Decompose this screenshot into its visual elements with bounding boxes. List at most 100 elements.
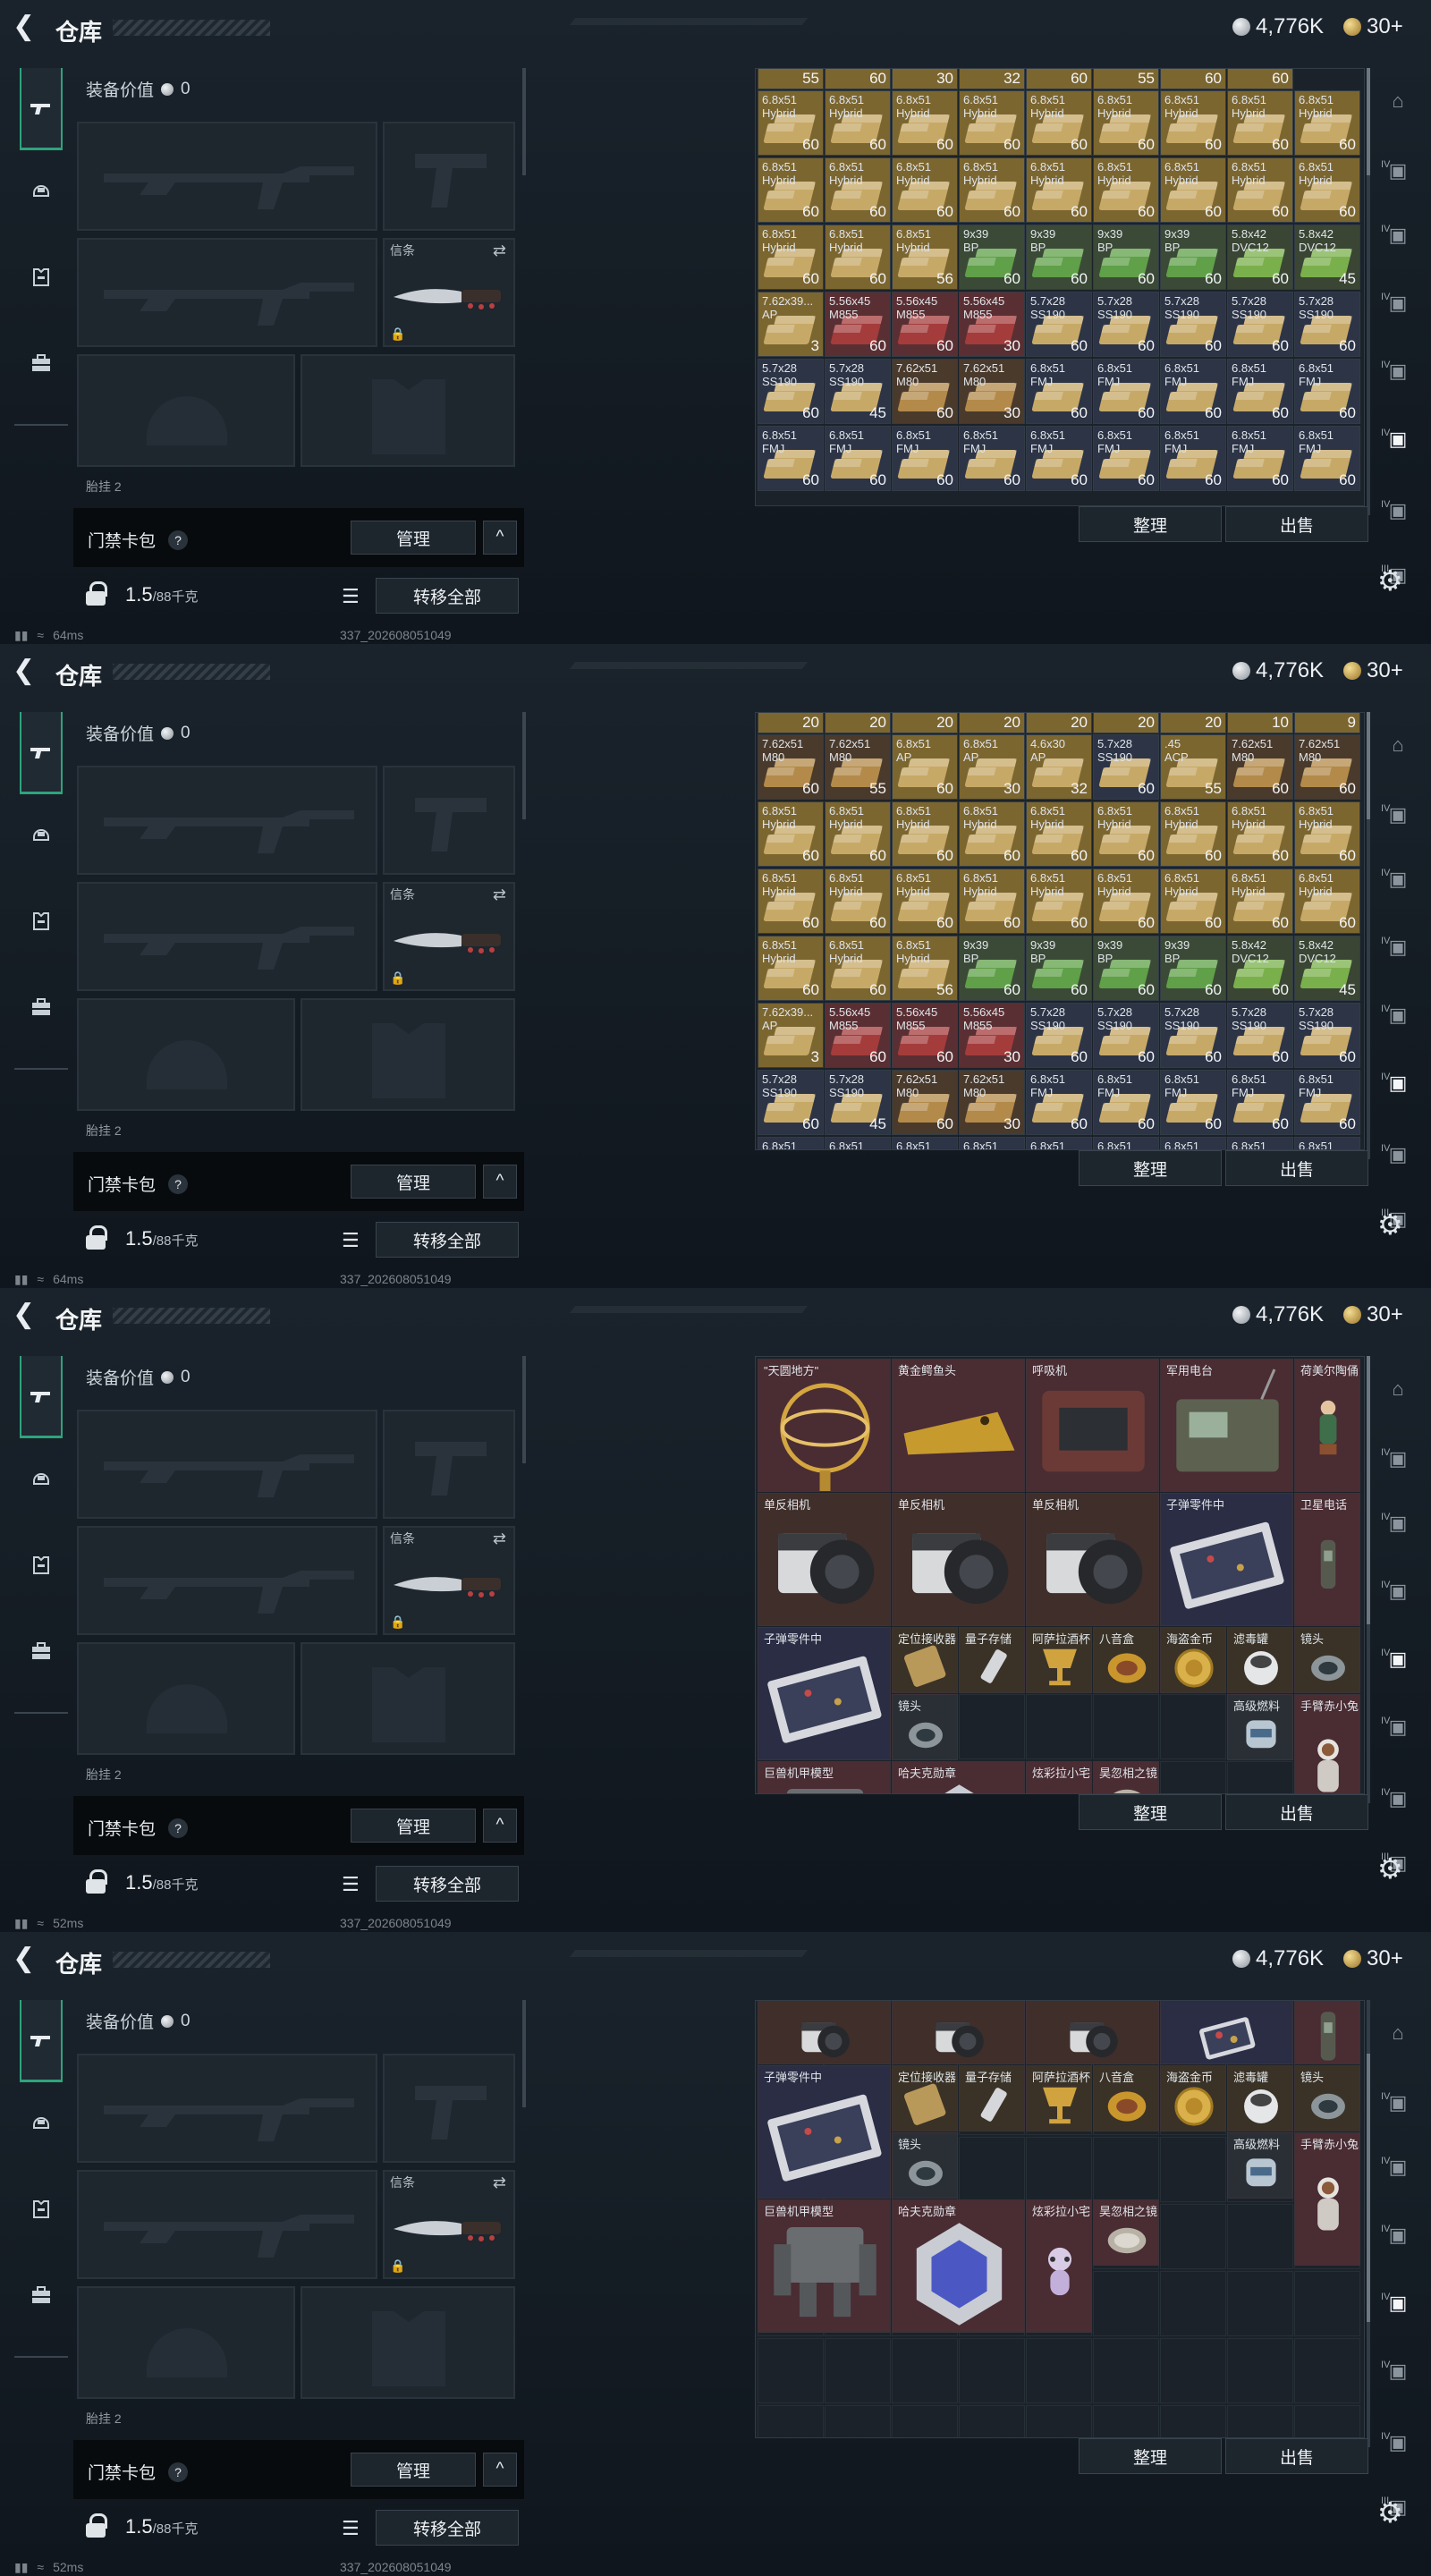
ammo-cell[interactable]: 6.8x51 Hybrid 60 <box>1093 801 1159 867</box>
lock-icon[interactable] <box>86 2513 107 2538</box>
ammo-cell[interactable]: 6.8x51 FMJ60 <box>1026 1070 1092 1135</box>
melee-slot[interactable]: 信条 ⇄ 🔒 <box>383 1526 515 1635</box>
ammo-cell[interactable]: 5.7x28 SS190 60 <box>1160 1003 1226 1068</box>
ammo-cell[interactable]: 9x39 BP 60 <box>959 936 1025 1001</box>
ammo-cell[interactable]: 5.56x45 M855 60 <box>892 1003 958 1068</box>
manage-button[interactable]: 管理 <box>351 2453 476 2487</box>
loot-item[interactable]: 昊忽相之镜 <box>1093 1761 1159 1793</box>
sell-button[interactable]: 出售 <box>1225 506 1368 542</box>
ammo-cell[interactable]: 6.8x51 FMJ60 <box>1294 1137 1360 1149</box>
loot-item[interactable]: 镜头 <box>1294 1627 1360 1693</box>
loot-item[interactable]: 高级燃料 <box>1227 1694 1293 1760</box>
ammo-cell[interactable]: 6.8x51 FMJ60 <box>892 426 958 491</box>
helmet-icon[interactable] <box>20 812 63 855</box>
ammo-cell[interactable]: 5.7x28 SS190 60 <box>1026 1003 1092 1068</box>
ammo-cell[interactable]: 32 <box>959 69 1025 89</box>
ammo-cell[interactable]: 6.8x51 Hybrid 60 <box>825 157 891 223</box>
ammo-cell[interactable]: 20 <box>1093 713 1159 733</box>
ammo-cell[interactable]: 6.8x51 FMJ60 <box>1294 1070 1360 1135</box>
empty-cell[interactable] <box>1227 2204 1293 2269</box>
loot-item[interactable]: 子弹零件中 <box>758 1627 891 1760</box>
ammo-cell[interactable]: 4.6x30 AP 32 <box>1026 734 1092 800</box>
loot-item[interactable]: 八音盒 <box>1093 1627 1159 1693</box>
ammo-cell[interactable]: 7.62x39... AP 3 <box>758 1003 824 1068</box>
ammo-cell[interactable]: 6.8x51 Hybrid 60 <box>758 801 824 867</box>
ammo-cell[interactable]: 6.8x51 FMJ60 <box>825 426 891 491</box>
ammo-cell[interactable]: 6.8x51 FMJ60 <box>1093 1137 1159 1149</box>
loot-item[interactable]: 单反相机 <box>758 1493 891 1626</box>
ammo-cell[interactable]: 6.8x51 Hybrid 60 <box>892 801 958 867</box>
stash-scrollbar[interactable] <box>1367 1356 1370 1803</box>
ammo-cell[interactable]: 5.56x45 M855 60 <box>892 292 958 357</box>
ammo-cell[interactable]: 20 <box>758 713 824 733</box>
loot-item[interactable]: 哈夫克勋章 <box>892 2199 1025 2333</box>
ammo-cell[interactable]: 7.62x51 M80 30 <box>959 359 1025 424</box>
ammo-cell[interactable]: 9x39 BP 60 <box>1093 936 1159 1001</box>
ammo-cell[interactable]: 5.8x42 DVC12 60 <box>1227 225 1293 290</box>
loot-item[interactable]: 手臂赤小兔 <box>1294 2132 1360 2266</box>
ammo-cell[interactable]: 6.8x51 Hybrid 56 <box>892 225 958 290</box>
crate-icon[interactable]: IV ▣ <box>1377 360 1418 395</box>
crate-icon[interactable]: IV ▣ <box>1377 1072 1418 1107</box>
stash-scrollbar[interactable] <box>1367 712 1370 1159</box>
empty-cell[interactable] <box>1294 2405 1360 2437</box>
empty-cell[interactable] <box>1294 2271 1360 2336</box>
crate-icon[interactable]: IV ▣ <box>1377 1447 1418 1483</box>
ammo-cell[interactable]: 6.8x51 Hybrid 60 <box>1160 869 1226 934</box>
lock-icon[interactable] <box>86 1869 107 1894</box>
scroll-thumb[interactable] <box>1367 2054 1370 2322</box>
ammo-cell[interactable]: 6.8x51 Hybrid 60 <box>758 90 824 156</box>
helmet-icon[interactable] <box>20 1456 63 1499</box>
ammo-cell[interactable]: 6.8x51 Hybrid 60 <box>758 157 824 223</box>
crate-icon[interactable]: IV ▣ <box>1377 428 1418 463</box>
ammo-cell[interactable]: 20 <box>825 713 891 733</box>
ammo-cell[interactable]: 6.8x51 Hybrid 60 <box>1294 801 1360 867</box>
gold-currency[interactable]: 30+ <box>1343 658 1403 683</box>
ammo-cell[interactable]: 6.8x51 AP 30 <box>959 734 1025 800</box>
stash-scrollbar[interactable] <box>1367 2000 1370 2447</box>
sort-button[interactable]: 整理 <box>1079 506 1222 542</box>
ammo-cell[interactable]: 6.8x51 FMJ60 <box>1227 1070 1293 1135</box>
secondary-weapon-slot[interactable] <box>77 882 377 991</box>
swap-icon[interactable]: ⇄ <box>493 1530 506 1548</box>
empty-cell[interactable] <box>1093 2137 1159 2202</box>
case-icon[interactable] <box>20 342 63 385</box>
manage-button[interactable]: 管理 <box>351 521 476 555</box>
crate-icon[interactable]: IV ▣ <box>1377 1648 1418 1683</box>
ammo-cell[interactable]: 9x39 BP 60 <box>1026 225 1092 290</box>
crate-icon[interactable]: IV ▣ <box>1377 2156 1418 2191</box>
ammo-cell[interactable]: 6.8x51 Hybrid 60 <box>825 936 891 1001</box>
armor-slot[interactable] <box>301 1642 515 1755</box>
crate-icon[interactable]: IV ▣ <box>1377 936 1418 971</box>
loot-item[interactable]: 手臂赤小兔 <box>1294 1694 1360 1793</box>
pistol-slot[interactable] <box>383 766 515 875</box>
ammo-cell[interactable]: .45 ACP 55 <box>1160 734 1226 800</box>
ammo-cell[interactable]: 7.62x51 M80 60 <box>1294 734 1360 800</box>
loot-item[interactable]: 黄金鳄鱼头 <box>892 1359 1025 1492</box>
ammo-cell[interactable]: 55 <box>1093 69 1159 89</box>
loot-item[interactable]: 单反相机 <box>1026 1493 1159 1626</box>
ammo-cell[interactable]: 6.8x51 Hybrid 60 <box>959 90 1025 156</box>
transfer-all-button[interactable]: 转移全部 <box>376 2510 519 2546</box>
empty-cell[interactable] <box>1093 2338 1159 2403</box>
scroll-thumb[interactable] <box>1367 712 1370 819</box>
crate-icon[interactable]: IV ▣ <box>1377 1512 1418 1547</box>
empty-cell[interactable] <box>959 1694 1025 1759</box>
crate-icon[interactable]: IV ▣ <box>1377 224 1418 259</box>
ammo-cell[interactable]: 6.8x51 Hybrid 60 <box>1160 157 1226 223</box>
loot-item[interactable]: 子弹零件中 <box>758 2065 891 2199</box>
help-icon[interactable]: ? <box>168 2462 189 2482</box>
case-icon[interactable] <box>20 2274 63 2317</box>
empty-cell[interactable] <box>758 2338 824 2403</box>
ammo-cell[interactable]: 5.56x45 M855 30 <box>959 292 1025 357</box>
ammo-cell[interactable]: 6.8x51 FMJ60 <box>1093 359 1159 424</box>
stash-icon[interactable]: ⌂ <box>1377 733 1418 769</box>
equipment-scrollbar[interactable] <box>522 712 526 819</box>
ammo-cell[interactable]: 6.8x51 AP 60 <box>892 734 958 800</box>
crate-icon[interactable]: IV ▣ <box>1377 803 1418 839</box>
ammo-cell[interactable]: 9x39 BP 60 <box>1160 936 1226 1001</box>
loot-item[interactable] <box>1160 2001 1293 2064</box>
ammo-cell[interactable]: 9x39 BP 60 <box>959 225 1025 290</box>
ammo-cell[interactable]: 6.8x51 Hybrid 60 <box>959 801 1025 867</box>
silver-currency[interactable]: 4,776K <box>1232 658 1324 683</box>
